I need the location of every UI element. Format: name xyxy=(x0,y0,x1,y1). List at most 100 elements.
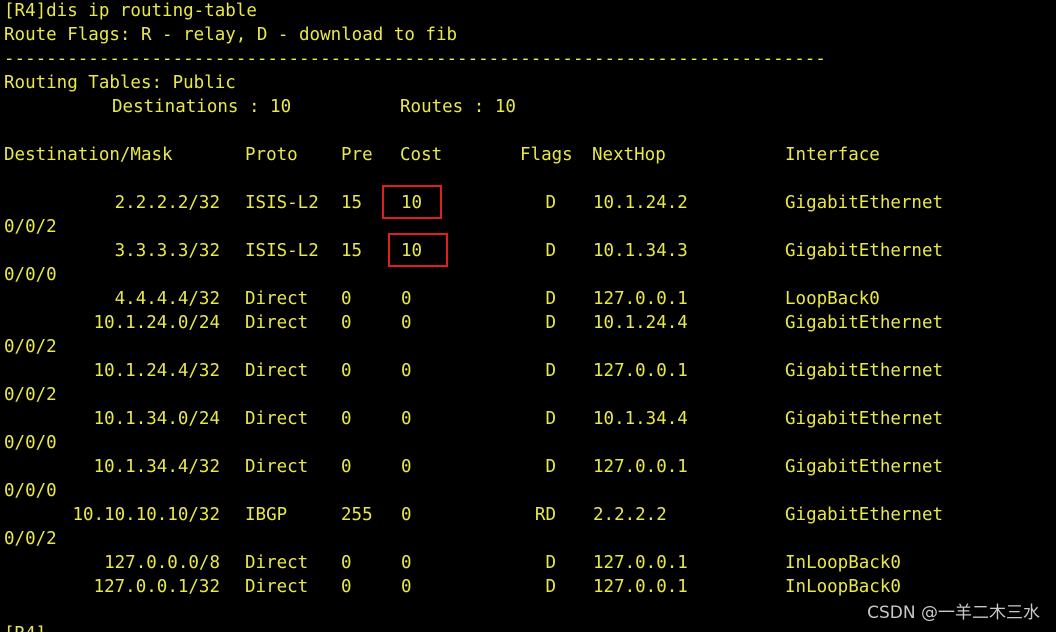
cell-destination: 10.1.24.0/24 xyxy=(93,313,220,333)
cell-destination: 127.0.0.1/32 xyxy=(93,577,220,597)
table-row: 10.1.34.0/24 Direct 0 0 D 10.1.34.4 GigabitEth… xyxy=(0,407,1056,431)
cell-nexthop: 10.1.34.4 xyxy=(593,409,688,429)
cell-interface: GigabitEthernet xyxy=(785,241,944,261)
cell-flags: RD xyxy=(534,505,556,525)
header-pre: Pre xyxy=(341,145,373,165)
table-row: 127.0.0.1/32 Direct 0 0 D 127.0.0.1 InLoopBack… xyxy=(0,575,1056,599)
table-row: 10.1.24.0/24 Direct 0 0 D 10.1.24.4 GigabitEth… xyxy=(0,311,1056,335)
cell-proto: IBGP xyxy=(245,505,288,525)
cell-cost: 0 xyxy=(401,289,412,309)
interface-continuation: 0/0/0 xyxy=(4,265,57,285)
interface-continuation: 0/0/2 xyxy=(4,529,57,549)
destinations-count: Destinations : 10 xyxy=(112,97,292,117)
cell-nexthop: 127.0.0.1 xyxy=(593,361,688,381)
cell-interface: GigabitEthernet xyxy=(785,361,944,381)
cell-proto: ISIS-L2 xyxy=(245,193,319,213)
cell-interface: LoopBack0 xyxy=(785,289,880,309)
table-row: 10.10.10.10/32 IBGP 255 0 RD 2.2.2.2 GigabitEt… xyxy=(0,503,1056,527)
cell-interface: InLoopBack0 xyxy=(785,577,901,597)
cell-pre: 0 xyxy=(341,457,352,477)
cell-nexthop: 127.0.0.1 xyxy=(593,457,688,477)
command-line: [R4]dis ip routing-table xyxy=(4,1,257,21)
cell-proto: Direct xyxy=(245,361,309,381)
cell-interface: GigabitEthernet xyxy=(785,193,944,213)
interface-continuation: 0/0/0 xyxy=(4,433,57,453)
table-row: 3.3.3.3/32 ISIS-L2 15 10 D 10.1.34.3 GigabitEt… xyxy=(0,239,1056,263)
cost-highlight-box xyxy=(388,233,448,267)
terminal-window[interactable]: [R4]dis ip routing-table Route Flags: R … xyxy=(0,0,1056,632)
cell-flags: D xyxy=(545,241,556,261)
cell-flags: D xyxy=(545,289,556,309)
cell-proto: Direct xyxy=(245,289,309,309)
flags-legend: Route Flags: R - relay, D - download to … xyxy=(4,25,458,45)
cell-cost: 0 xyxy=(401,361,412,381)
interface-continuation: 0/0/2 xyxy=(4,385,57,405)
cell-nexthop: 127.0.0.1 xyxy=(593,553,688,573)
cell-nexthop: 10.1.34.3 xyxy=(593,241,688,261)
cell-destination: 2.2.2.2/32 xyxy=(114,193,220,213)
cell-pre: 0 xyxy=(341,313,352,333)
cell-flags: D xyxy=(545,409,556,429)
cell-pre: 0 xyxy=(341,553,352,573)
cell-nexthop: 127.0.0.1 xyxy=(593,577,688,597)
cell-cost: 0 xyxy=(401,577,412,597)
header-proto: Proto xyxy=(245,145,298,165)
cell-flags: D xyxy=(545,457,556,477)
cell-cost: 0 xyxy=(401,553,412,573)
cell-pre: 0 xyxy=(341,409,352,429)
table-row: 2.2.2.2/32 ISIS-L2 15 10 D 10.1.24.2 GigabitEt… xyxy=(0,191,1056,215)
cell-interface: InLoopBack0 xyxy=(785,553,901,573)
cell-flags: D xyxy=(545,313,556,333)
cell-pre: 15 xyxy=(341,193,363,213)
table-header: Destination/Mask Proto Pre Cost Flags Ne… xyxy=(0,143,1056,167)
table-row: 127.0.0.0/8 Direct 0 0 D 127.0.0.1 InLoopBack0 xyxy=(0,551,1056,575)
cell-pre: 0 xyxy=(341,361,352,381)
cell-proto: Direct xyxy=(245,577,309,597)
cell-cost: 0 xyxy=(401,505,412,525)
cell-nexthop: 10.1.24.2 xyxy=(593,193,688,213)
cell-pre: 15 xyxy=(341,241,363,261)
cell-nexthop: 10.1.24.4 xyxy=(593,313,688,333)
cell-cost: 0 xyxy=(401,457,412,477)
cell-destination: 4.4.4.4/32 xyxy=(114,289,220,309)
interface-continuation: 0/0/2 xyxy=(4,217,57,237)
cell-proto: Direct xyxy=(245,409,309,429)
cell-proto: ISIS-L2 xyxy=(245,241,319,261)
cell-cost: 0 xyxy=(401,313,412,333)
table-row: 4.4.4.4/32 Direct 0 0 D 127.0.0.1 LoopBack0 xyxy=(0,287,1056,311)
cell-cost: 0 xyxy=(401,409,412,429)
cell-flags: D xyxy=(545,553,556,573)
cell-nexthop: 127.0.0.1 xyxy=(593,289,688,309)
table-row: 10.1.24.4/32 Direct 0 0 D 127.0.0.1 GigabitEth… xyxy=(0,359,1056,383)
table-row: 10.1.34.4/32 Direct 0 0 D 127.0.0.1 GigabitEth… xyxy=(0,455,1056,479)
cell-proto: Direct xyxy=(245,457,309,477)
interface-continuation: 0/0/0 xyxy=(4,481,57,501)
interface-continuation: 0/0/2 xyxy=(4,337,57,357)
cell-destination: 127.0.0.0/8 xyxy=(104,553,220,573)
table-title: Routing Tables: Public xyxy=(4,73,236,93)
header-cost: Cost xyxy=(400,145,443,165)
cell-proto: Direct xyxy=(245,553,309,573)
cell-pre: 0 xyxy=(341,577,352,597)
cell-flags: D xyxy=(545,193,556,213)
cell-flags: D xyxy=(545,577,556,597)
cell-destination: 10.1.24.4/32 xyxy=(93,361,220,381)
routes-count: Routes : 10 xyxy=(400,97,516,117)
cell-destination: 10.10.10.10/32 xyxy=(72,505,220,525)
cell-interface: GigabitEthernet xyxy=(785,313,944,333)
next-prompt: [R4] xyxy=(4,622,46,632)
cell-destination: 10.1.34.0/24 xyxy=(93,409,220,429)
cell-destination: 10.1.34.4/32 xyxy=(93,457,220,477)
header-destination: Destination/Mask xyxy=(4,145,173,165)
cell-proto: Direct xyxy=(245,313,309,333)
cost-highlight-box xyxy=(382,185,442,219)
cell-pre: 255 xyxy=(341,505,373,525)
header-nexthop: NextHop xyxy=(592,145,666,165)
cell-interface: GigabitEthernet xyxy=(785,505,944,525)
header-flags: Flags xyxy=(520,145,573,165)
header-interface: Interface xyxy=(785,145,880,165)
cell-nexthop: 2.2.2.2 xyxy=(593,505,667,525)
cell-flags: D xyxy=(545,361,556,381)
cell-destination: 3.3.3.3/32 xyxy=(114,241,220,261)
cell-interface: GigabitEthernet xyxy=(785,409,944,429)
